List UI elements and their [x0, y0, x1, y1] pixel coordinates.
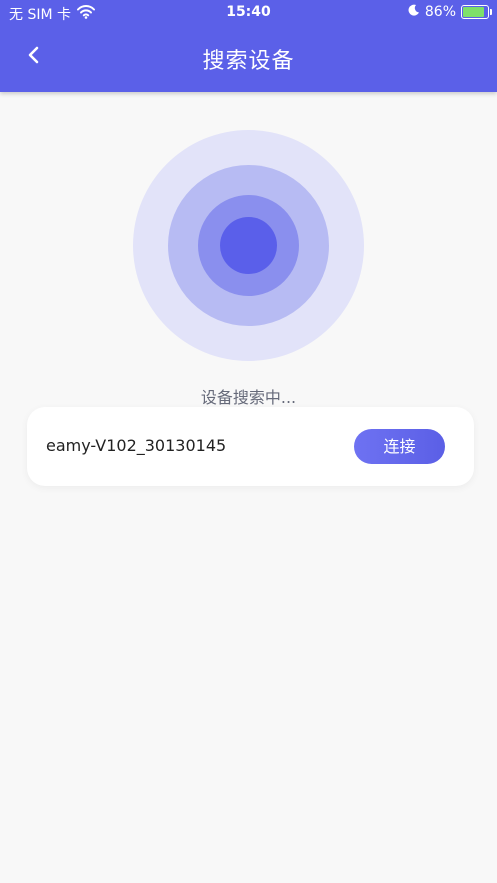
status-right: 86% — [408, 4, 492, 20]
app-header: 无 SIM 卡 15:40 86% 搜索设备 — [0, 0, 497, 92]
battery-charging-icon — [461, 5, 492, 19]
radar-scan-animation — [133, 130, 364, 361]
battery-percent: 86% — [424, 4, 456, 20]
device-name: eamy-V102_30130145 — [46, 436, 227, 455]
connect-button[interactable]: 连接 — [354, 429, 445, 464]
device-list-item: eamy-V102_30130145 连接 — [27, 407, 474, 486]
status-bar: 无 SIM 卡 15:40 86% — [0, 0, 497, 26]
page-title: 搜索设备 — [202, 49, 295, 74]
search-status-text: 设备搜索中... — [200, 388, 297, 407]
battery-level-fill — [463, 7, 484, 17]
moon-icon — [408, 4, 420, 20]
radar-core — [220, 217, 277, 274]
nav-bar: 搜索设备 — [0, 34, 497, 80]
